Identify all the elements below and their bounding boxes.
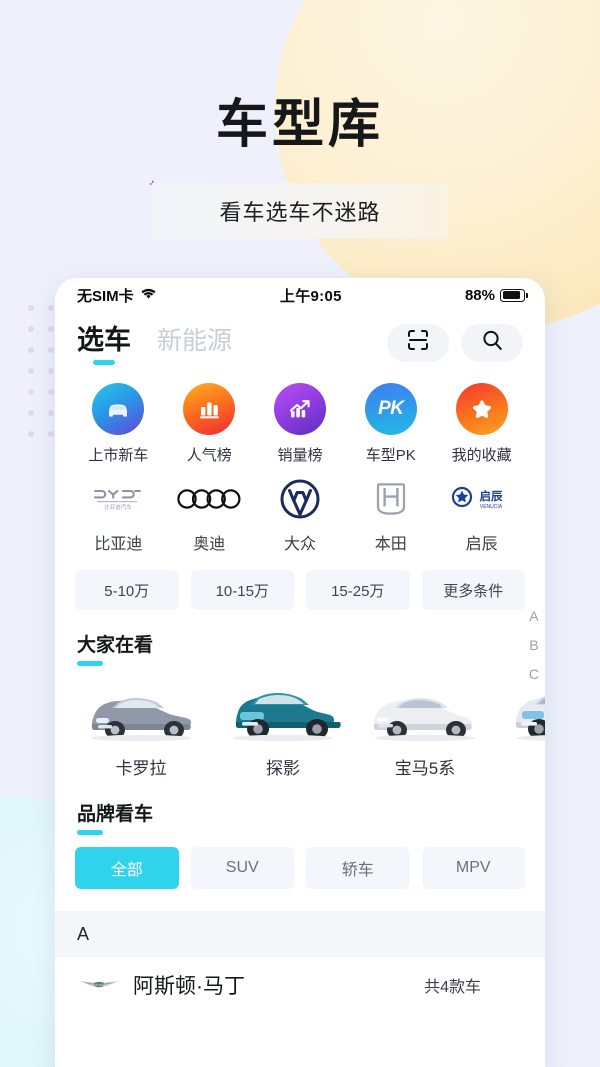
entry-favorites[interactable]: 我的收藏 — [436, 383, 527, 465]
car-photo — [508, 680, 545, 742]
brand-tab-sedan[interactable]: 轿车 — [306, 847, 410, 889]
scan-button[interactable] — [387, 323, 449, 362]
brand-label: 启辰 — [465, 536, 498, 553]
honda-logo — [371, 479, 411, 519]
wifi-icon — [140, 287, 157, 304]
tab-xuanche[interactable]: 选车 — [77, 318, 131, 367]
search-icon — [481, 329, 504, 357]
car-name: 卡罗拉 — [115, 759, 167, 778]
price-chip[interactable]: 10-15万 — [190, 570, 294, 610]
popular-section-header: 大家在看 — [55, 610, 545, 666]
carrier-label: 无SIM卡 — [77, 287, 134, 305]
entry-car-pk[interactable]: PK 车型PK — [345, 383, 436, 465]
car-photo — [224, 680, 342, 742]
alpha-letter[interactable]: A — [529, 608, 538, 624]
table-row[interactable]: ASTON MARTIN 阿斯顿·马丁 共4款车 — [55, 957, 545, 1013]
car-card[interactable]: 飞度 — [503, 680, 545, 779]
entry-label: 上市新车 — [88, 447, 149, 464]
tab-xinnengyuan[interactable]: 新能源 — [157, 321, 232, 367]
entry-label: 车型PK — [365, 447, 416, 464]
brand-name: 阿斯顿·马丁 — [133, 975, 245, 998]
search-button[interactable] — [461, 323, 523, 362]
pk-icon: PK — [364, 383, 417, 435]
entry-label: 销量榜 — [277, 447, 323, 464]
brand-tab-mpv[interactable]: MPV — [421, 847, 525, 889]
alpha-letter[interactable]: C — [529, 666, 539, 682]
brand-volkswagen[interactable]: 大众 — [255, 479, 346, 554]
price-chip[interactable]: 5-10万 — [75, 570, 179, 610]
brand-tab-all[interactable]: 全部 — [75, 847, 179, 889]
new-car-icon — [92, 383, 145, 435]
svg-text:ASTON MARTIN: ASTON MARTIN — [88, 983, 110, 987]
brand-audi[interactable]: 奥迪 — [164, 479, 255, 554]
tab-active-indicator — [93, 360, 115, 365]
phone-mockup: 无SIM卡 上午9:05 88% 选车 新能源 上市新车 人气榜 销量榜 PK … — [55, 278, 545, 1067]
brand-venucia[interactable]: 启辰 VENUCIA 启辰 — [436, 479, 527, 554]
entry-new-cars[interactable]: 上市新车 — [73, 383, 164, 465]
app-header: 选车 新能源 — [55, 312, 545, 369]
entry-sales-rank[interactable]: 销量榜 — [255, 383, 346, 465]
venucia-logo: 启辰 VENUCIA — [450, 479, 514, 519]
battery-icon — [500, 288, 528, 302]
entry-label: 我的收藏 — [451, 447, 512, 464]
audi-logo — [176, 479, 242, 519]
brand-tab-suv[interactable]: SUV — [190, 847, 294, 889]
battery-percent: 88% — [464, 286, 495, 304]
entry-popularity[interactable]: 人气榜 — [164, 383, 255, 465]
car-card[interactable]: 探影 — [219, 680, 347, 779]
hero-subtitle: 看车选车不迷路 — [219, 200, 381, 225]
brand-label: 大众 — [283, 536, 316, 553]
brand-byd[interactable]: 比亚迪汽车 比亚迪 — [73, 479, 164, 554]
svg-text:VENUCIA: VENUCIA — [479, 504, 502, 510]
status-bar: 无SIM卡 上午9:05 88% — [55, 278, 545, 312]
car-card[interactable]: 卡罗拉 — [77, 680, 205, 779]
popular-car-list: 卡罗拉 探影 宝马5系 — [55, 666, 545, 779]
byd-logo: 比亚迪汽车 — [89, 479, 147, 519]
tab-xinnengyuan-label: 新能源 — [157, 327, 233, 355]
car-photo — [366, 680, 484, 742]
scan-icon — [407, 329, 429, 356]
aston-martin-logo: ASTON MARTIN — [77, 977, 125, 993]
price-filter-chips: 5-10万 10-15万 15-25万 更多条件 — [55, 556, 545, 610]
car-photo — [82, 680, 200, 742]
page-title: 车型库 — [215, 96, 384, 154]
brand-view-section-header: 品牌看车 — [55, 779, 545, 835]
car-name: 探影 — [266, 759, 300, 778]
quick-entries: 上市新车 人气榜 销量榜 PK 车型PK 我的收藏 — [55, 369, 545, 469]
alphabet-index[interactable]: A B C — [529, 608, 539, 682]
brand-label: 奥迪 — [193, 536, 226, 553]
model-count: 共4款车 — [424, 979, 481, 996]
svg-text:启辰: 启辰 — [479, 489, 502, 503]
hero-subtitle-box: 看车选车不迷路 — [152, 183, 448, 239]
brand-label: 比亚迪 — [94, 536, 143, 553]
svg-text:比亚迪汽车: 比亚迪汽车 — [105, 503, 133, 511]
entry-label: 人气榜 — [186, 447, 232, 464]
list-section-header: A — [55, 911, 545, 957]
car-card[interactable]: 宝马5系 — [361, 680, 489, 779]
bar-chart-icon — [183, 383, 236, 435]
brand-shortcuts: 比亚迪汽车 比亚迪 奥迪 大众 本田 启辰 VENUCIA 启辰 — [55, 469, 545, 556]
brand-label: 本田 — [374, 536, 407, 553]
section-title: 大家在看 — [77, 635, 154, 656]
section-title: 品牌看车 — [77, 804, 154, 825]
alpha-letter[interactable]: B — [529, 637, 538, 653]
page-root: 车型库 + + 看车选车不迷路 无SIM卡 上午9:05 88% 选车 — [0, 0, 600, 1067]
status-time: 上午9:05 — [279, 287, 342, 305]
top-tabs: 选车 新能源 — [77, 318, 387, 367]
price-chip[interactable]: 15-25万 — [306, 570, 410, 610]
star-icon — [455, 383, 508, 435]
brand-category-tabs: 全部 SUV 轿车 MPV — [55, 835, 545, 889]
brand-honda[interactable]: 本田 — [345, 479, 436, 554]
more-filters-chip[interactable]: 更多条件 — [421, 570, 525, 610]
tab-xuanche-label: 选车 — [77, 325, 131, 355]
trend-up-icon — [273, 383, 326, 435]
car-name: 宝马5系 — [394, 759, 456, 778]
volkswagen-logo — [280, 479, 320, 519]
